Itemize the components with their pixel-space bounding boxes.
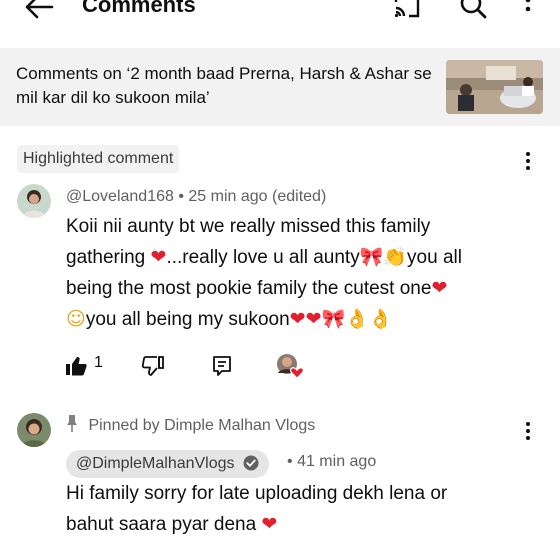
comment-meta: • 41 min ago (287, 453, 376, 471)
ribbon-emoji-icon: 🎀 (321, 308, 346, 330)
top-app-bar: Comments (0, 0, 560, 46)
avatar[interactable] (17, 413, 51, 447)
clap-emoji-icon: 👏 (383, 246, 408, 268)
page-title: Comments (82, 0, 196, 17)
comment-line: bahut saara pyar dena ❤ (66, 514, 278, 535)
reply-icon[interactable] (212, 355, 232, 377)
verified-check-icon (243, 455, 259, 471)
like-count: 1 (94, 354, 103, 371)
comment-author[interactable]: @Loveland168 (66, 188, 174, 205)
comment-line: Koii nii aunty bt we really missed this … (66, 216, 431, 237)
pinned-text: Pinned by Dimple Malhan Vlogs (88, 417, 316, 434)
heart-emoji-icon: ❤❤ (289, 309, 322, 330)
pinned-label: Pinned by Dimple Malhan Vlogs (66, 414, 315, 437)
comment-line: gathering ❤...really love u all aunty🎀👏y… (66, 246, 462, 268)
comment-more-icon[interactable] (518, 150, 538, 172)
comment-more-icon[interactable] (518, 420, 538, 442)
arrow-left-icon[interactable] (22, 0, 56, 22)
comment-author: @DimpleMalhanVlogs (76, 455, 235, 472)
meta-separator: • (287, 453, 293, 470)
avatar[interactable] (17, 184, 51, 218)
comment-line: being the most pookie family the cutest … (66, 278, 448, 299)
pinch-emoji-icon: 👌👌 (345, 308, 393, 330)
search-icon[interactable] (458, 0, 488, 22)
heart-emoji-icon: ❤ (261, 514, 278, 535)
smile-emoji-icon: ☺ (66, 308, 86, 330)
heart-emoji-icon: ❤ (431, 278, 448, 299)
pin-icon (67, 415, 77, 432)
comment-time: 41 min ago (297, 453, 377, 470)
comment-line: ☺you all being my sukoon❤❤🎀👌👌 (66, 308, 393, 330)
heart-emoji-icon: ❤ (150, 247, 167, 268)
creator-author-chip[interactable]: @DimpleMalhanVlogs (66, 450, 269, 478)
video-title-text: Comments on ‘2 month baad Prerna, Harsh … (16, 64, 432, 107)
comment-line: Hi family sorry for late uploading dekh … (66, 483, 448, 504)
ribbon-emoji-icon: 🎀 (359, 246, 384, 268)
comment-time: 25 min ago (edited) (188, 188, 327, 205)
comment-body: Hi family sorry for late uploading dekh … (66, 478, 546, 540)
comment-meta: @Loveland168 • 25 min ago (edited) (66, 186, 326, 208)
creator-heart-icon (277, 354, 304, 379)
meta-separator: • (178, 188, 184, 205)
thumbs-up-icon[interactable] (65, 356, 87, 376)
more-vert-icon[interactable] (518, 0, 538, 22)
highlighted-comment-chip: Highlighted comment (17, 145, 180, 173)
comment-actions: 1 (62, 351, 362, 381)
comment-body: Koii nii aunty bt we really missed this … (66, 211, 546, 335)
video-context-banner[interactable]: Comments on ‘2 month baad Prerna, Harsh … (0, 48, 560, 126)
cast-icon[interactable] (392, 0, 422, 22)
thumbs-down-icon[interactable] (142, 356, 164, 376)
video-thumbnail[interactable] (446, 60, 543, 114)
